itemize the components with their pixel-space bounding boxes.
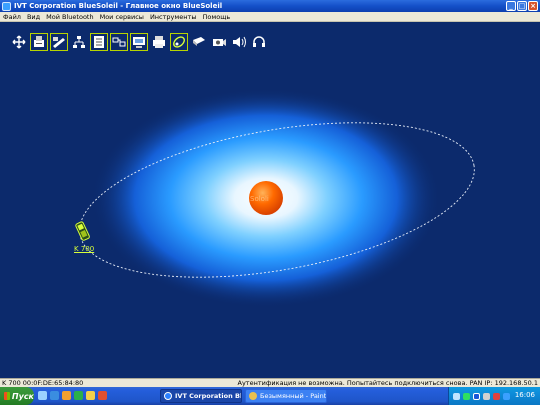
file-transfer-icon[interactable]: [50, 33, 68, 51]
show-desktop-icon[interactable]: [38, 391, 47, 400]
media-player-icon[interactable]: [62, 391, 71, 400]
service-toolbar: [10, 33, 268, 51]
bluetooth-scene: [79, 88, 475, 308]
clock: 16:06: [514, 391, 535, 399]
remote-device-k700[interactable]: [72, 220, 94, 246]
menu-file[interactable]: Файл: [3, 13, 21, 21]
messenger-icon[interactable]: [74, 391, 83, 400]
windows-logo-icon: [4, 392, 10, 400]
bluetooth-icon: [164, 392, 172, 400]
task-label: IVT Corporation BlueS...: [175, 392, 242, 400]
browser-icon[interactable]: [50, 391, 59, 400]
language-tray-icon[interactable]: [503, 392, 510, 400]
main-view: Sololi K 700: [0, 23, 540, 378]
dialup-icon[interactable]: [130, 33, 148, 51]
status-bar: K 700 00:0F:DE:65:84:80 Аутентификация н…: [0, 378, 540, 387]
headset-icon[interactable]: [250, 33, 268, 51]
personal-network-icon[interactable]: [170, 33, 188, 51]
fax-icon[interactable]: [30, 33, 48, 51]
explorer-icon[interactable]: [86, 391, 95, 400]
start-button[interactable]: Пуск: [0, 387, 34, 405]
bluetooth-tray-icon[interactable]: [473, 392, 480, 400]
task-paint[interactable]: Безымянный - Paint: [245, 389, 327, 403]
mobile-phone-icon: [75, 221, 90, 241]
menu-view[interactable]: Вид: [27, 13, 40, 21]
menu-bar: Файл Вид Мой Bluetooth Мои сервисы Инстр…: [0, 12, 540, 22]
remote-device-label[interactable]: K 700: [74, 245, 94, 253]
menu-tools[interactable]: Инструменты: [150, 13, 197, 21]
lan-access-icon[interactable]: [70, 33, 88, 51]
menu-help[interactable]: Помощь: [202, 13, 230, 21]
taskbar: Пуск IVT Corporation BlueS... Безымянный…: [0, 387, 540, 405]
audio-icon[interactable]: [230, 33, 248, 51]
printer-icon[interactable]: [150, 33, 168, 51]
hid-icon[interactable]: [190, 33, 208, 51]
camera-icon[interactable]: [210, 33, 228, 51]
minimize-button[interactable]: _: [506, 1, 516, 11]
status-message: Аутентификация не возможна. Попытайтесь …: [237, 379, 538, 387]
bluesoleil-app-icon: [2, 1, 11, 11]
local-device-label: Sololi: [250, 195, 269, 203]
tray-expand-icon[interactable]: [453, 392, 460, 400]
task-bluesoleil[interactable]: IVT Corporation BlueS...: [160, 389, 242, 403]
menu-my-bluetooth[interactable]: Мой Bluetooth: [46, 13, 93, 21]
quick-launch: [38, 391, 107, 400]
paint-icon: [249, 392, 257, 400]
security-tray-icon[interactable]: [493, 392, 500, 400]
close-button[interactable]: ×: [528, 1, 538, 11]
start-label: Пуск: [11, 391, 34, 401]
status-device-info: K 700 00:0F:DE:65:84:80: [2, 379, 84, 387]
window-title: IVT Corporation BlueSoleil - Главное окн…: [14, 2, 223, 10]
network-access-icon[interactable]: [10, 33, 28, 51]
serial-port-icon[interactable]: [110, 33, 128, 51]
volume-tray-icon[interactable]: [483, 392, 490, 400]
task-label: Безымянный - Paint: [260, 392, 327, 400]
pim-sync-icon[interactable]: [90, 33, 108, 51]
maximize-button[interactable]: □: [517, 1, 527, 11]
menu-my-services[interactable]: Мои сервисы: [100, 13, 144, 21]
network-tray-icon[interactable]: [463, 392, 470, 400]
window-titlebar[interactable]: IVT Corporation BlueSoleil - Главное окн…: [0, 0, 540, 12]
app-icon[interactable]: [98, 391, 107, 400]
